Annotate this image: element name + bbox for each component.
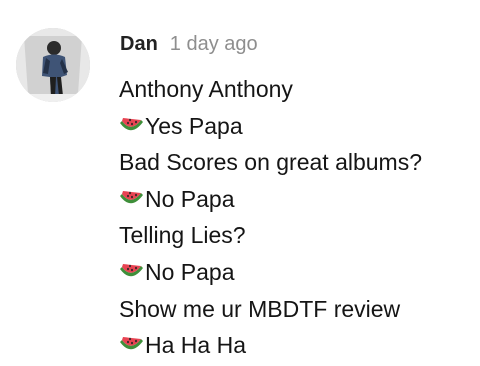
comment-line-text: Telling Lies? (119, 222, 246, 249)
comment-line: Yes Papa (119, 108, 474, 145)
comment-line: Anthony Anthony (119, 71, 474, 108)
author-name[interactable]: Dan (120, 33, 158, 56)
comment-line-text: Bad Scores on great albums? (119, 149, 423, 176)
comment-meta: Dan 1 day ago (120, 33, 258, 59)
comment-line: Ha Ha Ha (119, 327, 474, 364)
comment-line-text: Anthony Anthony (119, 76, 293, 102)
watermelon-icon (120, 337, 143, 350)
avatar[interactable] (16, 28, 90, 102)
timestamp: 1 day ago (169, 33, 258, 55)
user-avatar-photo-icon (16, 28, 90, 102)
comment-line-text: Ha Ha Ha (145, 332, 246, 359)
comment-line-text: No Papa (145, 185, 235, 212)
watermelon-icon (120, 191, 143, 204)
comment-body: Anthony Anthony Yes Papa Bad Scores on gre… (119, 71, 474, 364)
comment-line-text: Yes Papa (145, 112, 243, 139)
watermelon-icon (120, 264, 143, 277)
comment-line: No Papa (119, 254, 474, 291)
comment-line-text: No Papa (145, 258, 235, 285)
comment-line: Show me ur MBDTF review (119, 291, 474, 328)
comment-card: Dan 1 day ago Anthony Anthony Yes Papa Bad… (0, 0, 480, 366)
comment-line-text: Show me ur MBDTF review (119, 295, 401, 322)
watermelon-icon (120, 117, 143, 131)
comment-line: Bad Scores on great albums? (119, 144, 474, 181)
comment-line: No Papa (119, 181, 474, 218)
comment-line: Telling Lies? (119, 217, 474, 254)
